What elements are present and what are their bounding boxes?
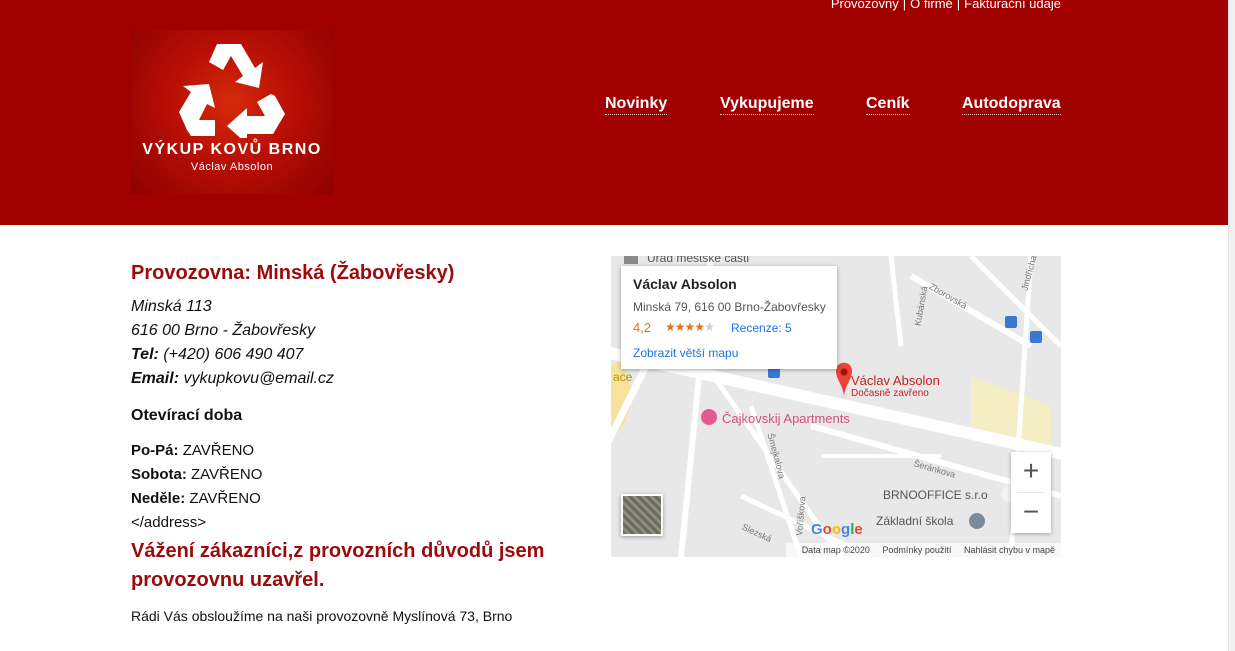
hours-row: Po-Pá: ZAVŘENO <box>131 439 591 463</box>
phone-label: Tel: <box>131 346 159 363</box>
email-label: Email: <box>131 370 180 387</box>
map-zoom-control: + − <box>1011 452 1051 533</box>
poi-brnooffice[interactable]: BRNOOFFICE s.r.o <box>883 488 988 502</box>
hours-day: Neděle: <box>131 490 186 507</box>
branch-content: Provozovna: Minská (Žabovřesky) Minská 1… <box>131 262 591 624</box>
top-link-separator: | <box>902 0 907 11</box>
map-pin-status: Dočasně zavřeno <box>851 388 929 399</box>
map-info-card: Václav Absolon Minská 79, 616 00 Brno-Ža… <box>621 266 837 369</box>
poi-urad[interactable]: Úřad městské části <box>647 256 749 265</box>
info-rating: 4,2 <box>633 320 652 335</box>
recycle-icon <box>179 44 285 138</box>
top-link-separator: | <box>956 0 961 11</box>
address-street: Minská 113 <box>131 298 212 315</box>
poi-school[interactable]: Základní škola <box>876 514 953 528</box>
info-place-name: Václav Absolon <box>633 276 737 292</box>
info-place-address: Minská 79, 616 00 Brno-Žabovřesky <box>633 300 826 314</box>
opening-hours-title: Otevírací doba <box>131 407 243 424</box>
vertical-scrollbar[interactable] <box>1228 0 1235 651</box>
star-rating-icon: ★★★★★ <box>665 320 715 334</box>
branch-title: Provozovna: Minská (Žabovřesky) <box>131 262 455 284</box>
phone-value[interactable]: (+420) 606 490 407 <box>163 346 303 363</box>
email-value[interactable]: vykupkovu@email.cz <box>183 370 334 387</box>
zoom-in-button[interactable]: + <box>1011 452 1051 492</box>
top-link-fakturacni-udaje[interactable]: Fakturační údaje <box>964 0 1061 11</box>
logo-title: VÝKUP KOVŮ BRNO <box>142 141 322 158</box>
site-logo[interactable]: VÝKUP KOVŮ BRNO Václav Absolon <box>131 30 333 194</box>
map-data-credit: Data map ©2020 <box>801 545 870 555</box>
hours-value: ZAVŘENO <box>189 490 261 507</box>
stray-address-tag: </address> <box>131 514 207 531</box>
nav-vykupujeme[interactable]: Vykupujeme <box>720 95 814 115</box>
info-reviews-link[interactable]: Recenze: 5 <box>731 321 792 335</box>
top-link-provozovny[interactable]: Provozovny <box>831 0 899 11</box>
address-city: 616 00 Brno - Žabovřesky <box>131 322 316 339</box>
map-footer: Data map ©2020 Podmínky použití Nahlásit… <box>785 543 1061 557</box>
site-header: Provozovny | O firmě | Fakturační údaje VÝKU… <box>0 0 1228 225</box>
top-link-o-firme[interactable]: O firmě <box>910 0 953 11</box>
satellite-toggle[interactable] <box>621 494 663 536</box>
hours-value: ZAVŘENO <box>191 466 263 483</box>
logo-subtitle: Václav Absolon <box>190 161 274 173</box>
google-logo: Google <box>811 521 863 538</box>
hours-row: Neděle: ZAVŘENO <box>131 487 591 511</box>
poi-apartments[interactable]: Čajkovskij Apartments <box>722 411 850 426</box>
address-email: Email: vykupkovu@email.cz <box>131 367 591 391</box>
map-report-link[interactable]: Nahlásit chybu v mapě <box>964 545 1055 555</box>
nav-autodoprava[interactable]: Autodoprava <box>962 95 1061 115</box>
hours-day: Po-Pá: <box>131 442 179 459</box>
branch-address: Minská 113 616 00 Brno - Žabovřesky Tel:… <box>131 295 591 391</box>
map-terms-link[interactable]: Podmínky použití <box>882 545 951 555</box>
top-links: Provozovny | O firmě | Fakturační údaje <box>831 0 1061 11</box>
hours-day: Sobota: <box>131 466 187 483</box>
hours-row: Sobota: ZAVŘENO <box>131 463 591 487</box>
google-map[interactable]: Úřad městské části ace Kubánská Zborovsk… <box>611 256 1061 557</box>
hours-value: ZAVŘENO <box>182 442 255 459</box>
nav-cenik[interactable]: Ceník <box>866 95 910 115</box>
closure-notice: Vážení zákazníci,z provozních důvodů jse… <box>131 540 545 591</box>
poi-ace[interactable]: ace <box>613 370 632 384</box>
alternate-branch-note: Rádi Vás obsloužíme na naši provozovně M… <box>131 608 513 624</box>
address-phone: Tel: (+420) 606 490 407 <box>131 343 591 367</box>
info-larger-map-link[interactable]: Zobrazit větší mapu <box>633 346 738 360</box>
map-pin-label[interactable]: Václav Absolon <box>851 373 940 388</box>
nav-novinky[interactable]: Novinky <box>605 95 668 115</box>
opening-hours: Po-Pá: ZAVŘENO Sobota: ZAVŘENO Neděle: Z… <box>131 439 591 535</box>
zoom-out-button[interactable]: − <box>1011 493 1051 533</box>
